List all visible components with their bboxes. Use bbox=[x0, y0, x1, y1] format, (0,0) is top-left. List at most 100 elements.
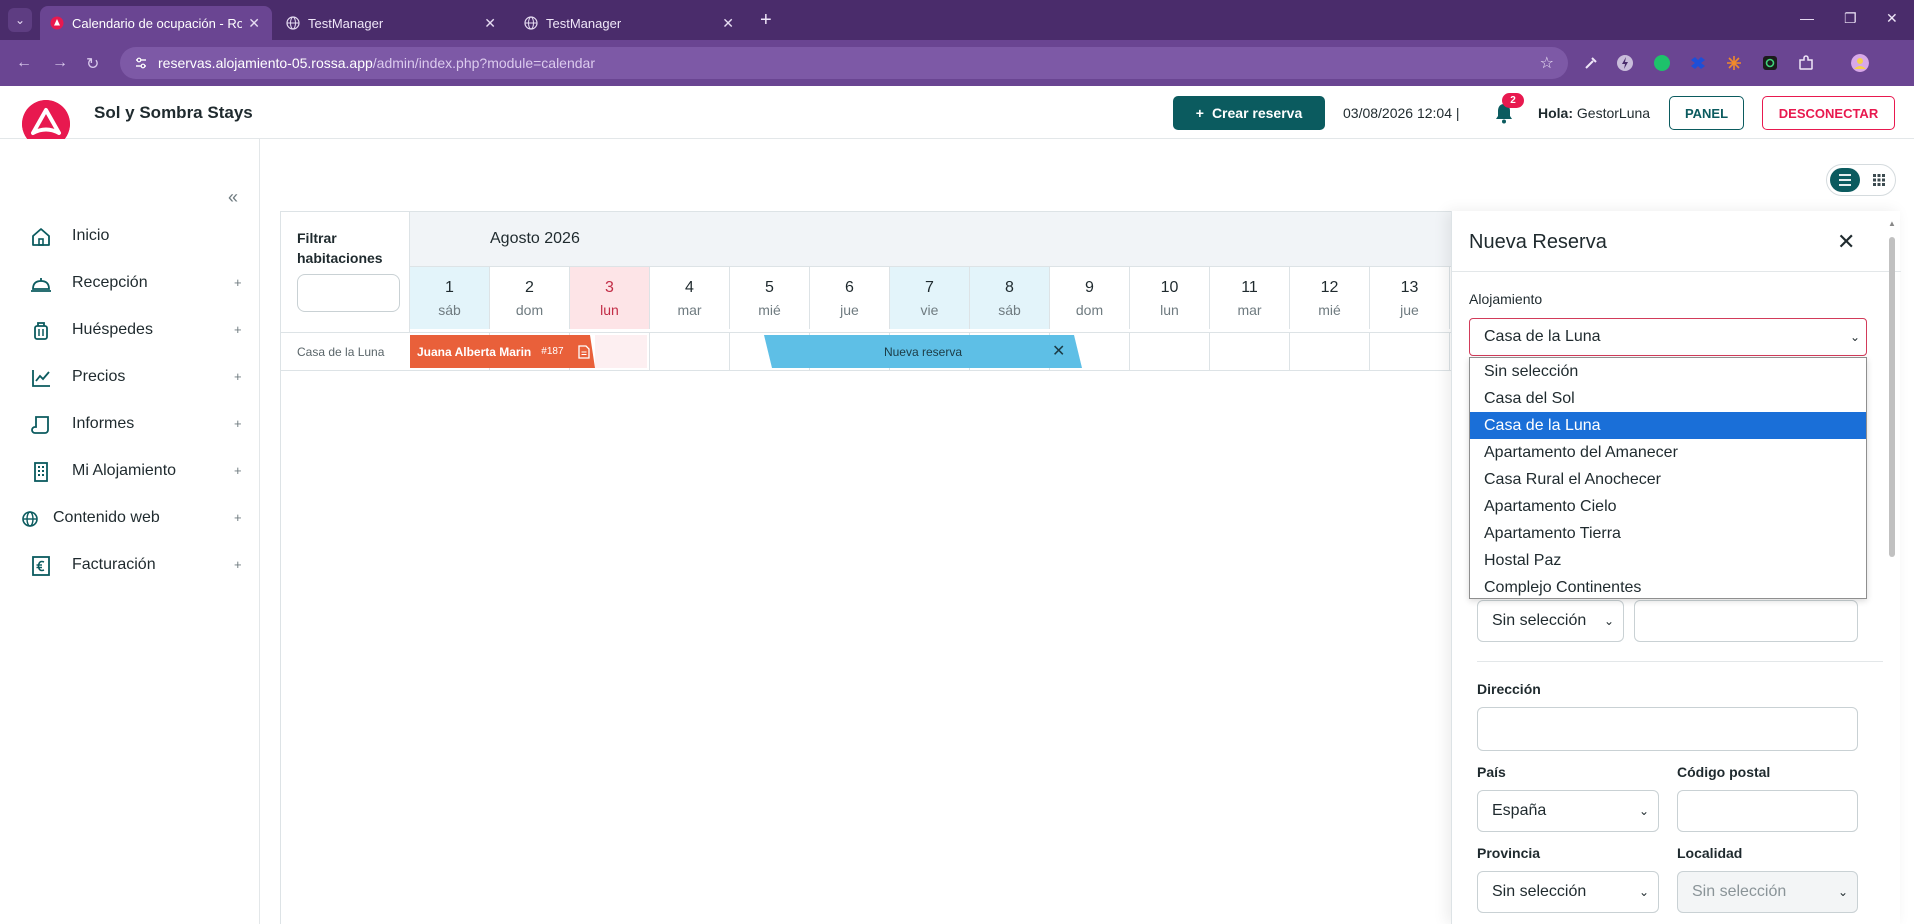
booking-bar[interactable]: Juana Alberta Marin #187 bbox=[410, 335, 595, 368]
brand-name[interactable]: Sol y Sombra Stays bbox=[94, 103, 253, 123]
sidebar-item-huespedes[interactable]: Huéspedes + bbox=[0, 310, 260, 350]
dropdown-option[interactable]: Apartamento Cielo bbox=[1470, 493, 1866, 520]
tab-testmanager-2[interactable]: TestManager ✕ bbox=[514, 6, 746, 40]
day-number: 5 bbox=[765, 279, 774, 296]
divider bbox=[1452, 271, 1901, 272]
sparkle-extension-icon[interactable] bbox=[1725, 54, 1743, 72]
close-icon[interactable]: ✕ bbox=[722, 15, 734, 32]
room-day-cell[interactable] bbox=[1290, 333, 1370, 370]
dropdown-option[interactable]: Complejo Continentes bbox=[1470, 574, 1866, 601]
expand-plus-icon[interactable]: + bbox=[234, 557, 242, 572]
document-number-input[interactable] bbox=[1634, 600, 1858, 642]
sidebar-item-facturacion[interactable]: Facturación + bbox=[0, 545, 260, 585]
filter-rooms-input[interactable] bbox=[297, 274, 400, 312]
expand-plus-icon[interactable]: + bbox=[234, 322, 242, 337]
site-settings-icon[interactable] bbox=[134, 56, 148, 70]
alojamiento-value: Casa de la Luna bbox=[1484, 328, 1601, 345]
logout-button[interactable]: DESCONECTAR bbox=[1762, 96, 1895, 130]
sidebar-item-inicio[interactable]: Inicio bbox=[0, 216, 260, 256]
provincia-value: Sin selección bbox=[1492, 883, 1587, 900]
grid-view-button[interactable] bbox=[1865, 168, 1893, 192]
sidebar-item-informes[interactable]: Informes + bbox=[0, 404, 260, 444]
collapse-sidebar-icon[interactable]: « bbox=[228, 187, 238, 208]
dropdown-option[interactable]: Hostal Paz bbox=[1470, 547, 1866, 574]
day-number: 4 bbox=[685, 279, 694, 296]
back-arrow-icon[interactable]: ← bbox=[16, 54, 32, 72]
shield-extension-icon[interactable] bbox=[1761, 54, 1779, 72]
tab-calendario[interactable]: Calendario de ocupación - Ross ✕ bbox=[40, 6, 272, 40]
bolt-extension-icon[interactable] bbox=[1616, 54, 1634, 72]
days-row: 1 sáb 2 dom 3 lun 4 mar 5 mié 6 jue 7 vie 8 sáb 9 dom 10 lu… bbox=[410, 267, 1450, 329]
provincia-select[interactable]: Sin selección ⌄ bbox=[1477, 871, 1659, 913]
localidad-label: Localidad bbox=[1677, 845, 1743, 861]
pais-value: España bbox=[1492, 802, 1547, 819]
expand-plus-icon[interactable]: + bbox=[234, 369, 242, 384]
pais-label: País bbox=[1477, 764, 1506, 780]
close-icon[interactable]: ✕ bbox=[1052, 341, 1065, 361]
expand-plus-icon[interactable]: + bbox=[234, 463, 242, 478]
dropdown-option[interactable]: Casa Rural el Anochecer bbox=[1470, 466, 1866, 493]
eyedropper-extension-icon[interactable] bbox=[1582, 54, 1600, 72]
puzzle-extension-icon[interactable] bbox=[1797, 54, 1815, 72]
dropdown-option[interactable]: Apartamento Tierra bbox=[1470, 520, 1866, 547]
sidebar-item-mi-alojamiento[interactable]: Mi Alojamiento + bbox=[0, 451, 260, 491]
close-icon[interactable]: ✕ bbox=[1837, 229, 1855, 255]
grid-icon bbox=[1873, 174, 1885, 186]
close-icon[interactable]: ✕ bbox=[484, 15, 496, 32]
divider bbox=[1477, 661, 1883, 662]
pais-select[interactable]: España ⌄ bbox=[1477, 790, 1659, 832]
day-number: 7 bbox=[925, 279, 934, 296]
profile-avatar-icon[interactable] bbox=[1851, 54, 1869, 72]
window-close-icon[interactable]: ✕ bbox=[1886, 10, 1898, 27]
day-header-3: 3 lun bbox=[570, 267, 650, 329]
booking-checkout-shade bbox=[595, 335, 647, 368]
dropdown-option[interactable]: Apartamento del Amanecer bbox=[1470, 439, 1866, 466]
sidebar-item-recepcion[interactable]: Recepción + bbox=[0, 263, 260, 303]
bookmark-star-icon[interactable]: ☆ bbox=[1540, 53, 1554, 73]
create-booking-label: Crear reserva bbox=[1211, 105, 1303, 121]
scroll-up-arrow-icon[interactable]: ▲ bbox=[1888, 219, 1896, 228]
dropbox-extension-icon[interactable] bbox=[1689, 54, 1707, 72]
expand-plus-icon[interactable]: + bbox=[234, 275, 242, 290]
sidebar-item-contenido-web[interactable]: Contenido web + bbox=[0, 498, 260, 538]
user-greeting: Hola: GestorLuna bbox=[1538, 105, 1650, 121]
close-icon[interactable]: ✕ bbox=[248, 15, 260, 32]
alojamiento-select[interactable]: Casa de la Luna ⌄ bbox=[1469, 318, 1867, 356]
restore-icon[interactable]: ❐ bbox=[1844, 10, 1857, 27]
dropdown-option[interactable]: Casa del Sol bbox=[1470, 385, 1866, 412]
minimize-icon[interactable]: — bbox=[1800, 10, 1814, 26]
bell-desk-icon bbox=[31, 278, 51, 292]
codigo-postal-input[interactable] bbox=[1677, 790, 1858, 832]
forward-arrow-icon[interactable]: → bbox=[52, 54, 68, 72]
panel-button[interactable]: PANEL bbox=[1669, 96, 1744, 130]
url-bar[interactable]: reservas.alojamiento-05.rossa.app/admin/… bbox=[120, 47, 1568, 79]
alojamiento-label: Alojamiento bbox=[1469, 291, 1543, 307]
green-dot-extension-icon[interactable] bbox=[1653, 54, 1671, 72]
tab-title: TestManager bbox=[308, 15, 384, 31]
create-booking-button[interactable]: + Crear reserva bbox=[1173, 96, 1325, 130]
day-header-5: 5 mié bbox=[730, 267, 810, 329]
room-day-cell[interactable] bbox=[1210, 333, 1290, 370]
dropdown-option[interactable]: Casa de la Luna bbox=[1470, 412, 1866, 439]
drawer-scrollbar[interactable]: ▲ bbox=[1888, 219, 1896, 924]
scrollbar-thumb[interactable] bbox=[1889, 237, 1895, 557]
tab-search-button[interactable]: ⌄ bbox=[8, 8, 32, 32]
document-icon[interactable] bbox=[577, 344, 590, 359]
expand-plus-icon[interactable]: + bbox=[234, 510, 242, 525]
alojamiento-dropdown-list: Sin selección Casa del Sol Casa de la Luna… bbox=[1469, 357, 1867, 599]
sidebar-item-label: Informes bbox=[72, 415, 135, 432]
list-view-button[interactable] bbox=[1830, 168, 1860, 192]
expand-plus-icon[interactable]: + bbox=[234, 416, 242, 431]
day-name: mié bbox=[758, 302, 781, 318]
room-day-cell[interactable] bbox=[1130, 333, 1210, 370]
document-type-select[interactable]: Sin selección ⌄ bbox=[1477, 600, 1624, 642]
new-booking-bar[interactable]: Nueva reserva bbox=[764, 335, 1082, 368]
new-tab-plus-icon[interactable]: + bbox=[760, 10, 772, 30]
reload-icon[interactable]: ↻ bbox=[86, 54, 99, 74]
dropdown-option[interactable]: Sin selección bbox=[1470, 358, 1866, 385]
sidebar-item-precios[interactable]: Precios + bbox=[0, 357, 260, 397]
tab-testmanager-1[interactable]: TestManager ✕ bbox=[276, 6, 508, 40]
room-day-cell[interactable] bbox=[650, 333, 730, 370]
room-day-cell[interactable] bbox=[1370, 333, 1450, 370]
direccion-input[interactable] bbox=[1477, 707, 1858, 751]
